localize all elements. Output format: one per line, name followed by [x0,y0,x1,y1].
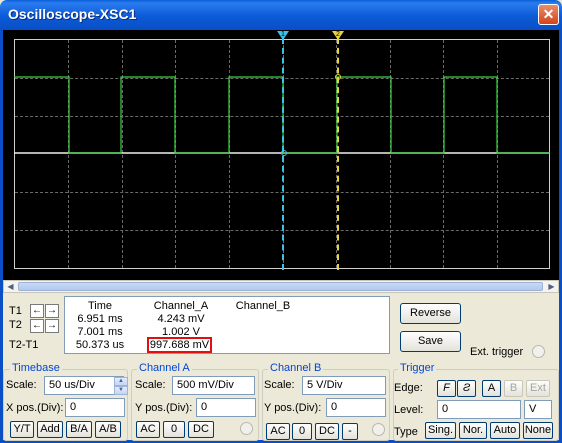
ext-trigger-label: Ext. trigger [470,346,524,358]
t2-label: T2 [9,319,22,331]
trigger-single-button[interactable]: Sing. [425,422,456,439]
ba-button[interactable]: B/A [66,421,92,438]
trigger-title: Trigger [398,362,437,374]
trigger-level-label: Level: [394,404,424,416]
cursor-readout-table: Time Channel_A Channel_B 6.951 ms 4.243 … [64,296,390,354]
channel-b-ac-button[interactable]: AC [266,423,290,440]
channel-a-ac-button[interactable]: AC [136,421,160,438]
up-arrow-icon[interactable]: ▲ [114,377,128,386]
t1-time: 6.951 ms [77,313,123,325]
down-arrow-icon[interactable]: ▼ [114,386,128,395]
channel-a-radio[interactable] [240,422,253,435]
trigger-none-button[interactable]: None [523,422,553,439]
channel-b-invert-button[interactable]: - [342,423,358,440]
channel-a-scale-label: Scale: [135,379,166,391]
header-time: Time [87,300,113,312]
channel-a-scale-field[interactable]: 500 mV/Div [172,376,255,395]
yt-button[interactable]: Y/T [10,421,34,438]
horizontal-scrollbar[interactable]: ◀ ▶ [3,280,559,293]
timebase-scale-field[interactable]: 50 us/Div [44,376,124,395]
channel-a-ypos-field[interactable]: 0 [196,398,256,417]
t2-time: 7.001 ms [77,326,123,338]
trigger-normal-button[interactable]: Nor. [459,422,487,439]
t1-channel-a: 4.243 mV [157,313,205,325]
trigger-type-label: Type [394,426,418,438]
ab-button[interactable]: A/B [95,421,121,438]
channel-a-title: Channel A [137,362,192,374]
delta-channel-a: 997.688 mV [147,337,212,353]
header-channel-a: Channel_A [153,300,209,312]
close-button[interactable]: ✕ [538,4,559,25]
timebase-xpos-field[interactable]: 0 [65,398,125,417]
trigger-source-a-button[interactable]: A [482,380,501,397]
channel-b-ypos-label: Y pos.(Div): [264,402,322,414]
channel-b-ypos-field[interactable]: 0 [326,398,386,417]
t2-left-arrow-icon[interactable]: ← [30,319,44,333]
cursor-t1-line[interactable] [282,38,284,270]
t2-t1-label: T2-T1 [9,339,39,351]
scroll-right-icon[interactable]: ▶ [545,281,558,292]
t2-right-arrow-icon[interactable]: → [45,319,59,333]
channel-b-zero-button[interactable]: 0 [292,423,312,440]
t1-right-arrow-icon[interactable]: → [45,304,59,318]
channel-a-zero-button[interactable]: 0 [163,421,185,438]
trigger-source-ext-button[interactable]: Ext [526,380,550,397]
cursor-t2-line[interactable] [337,38,339,270]
channel-b-radio[interactable] [372,423,385,436]
delta-time: 50.373 us [75,339,125,351]
channel-b-scale-field[interactable]: 5 V/Div [302,376,386,395]
trigger-edge-label: Edge: [394,382,423,394]
channel-a-dc-button[interactable]: DC [188,421,214,438]
header-channel-b: Channel_B [235,300,291,312]
scroll-left-icon[interactable]: ◀ [4,281,17,292]
timebase-xpos-label: X pos.(Div): [6,402,64,414]
trigger-level-unit[interactable]: V [524,400,552,419]
channel-b-scale-label: Scale: [264,379,295,391]
cursor-t2-label: 2 [336,31,340,38]
channel-b-title: Channel B [268,362,324,374]
rising-edge-icon[interactable]: F [437,380,456,397]
t1-left-arrow-icon[interactable]: ← [30,304,44,318]
trigger-level-field[interactable]: 0 [437,400,521,419]
channel-a-ypos-label: Y pos.(Div): [135,402,193,414]
falling-edge-icon[interactable]: Ƨ [457,380,476,397]
scrollbar-thumb[interactable] [18,282,543,291]
ext-trigger-radio[interactable] [532,345,545,358]
timebase-title: Timebase [10,362,62,374]
channel-b-dc-button[interactable]: DC [315,423,339,440]
add-button[interactable]: Add [37,421,63,438]
t1-label: T1 [9,305,22,317]
reverse-button[interactable]: Reverse [400,303,461,324]
save-button[interactable]: Save [400,331,461,352]
timebase-scale-label: Scale: [6,379,37,391]
trigger-source-b-button[interactable]: B [504,380,523,397]
cursor-t1-label: 1 [281,31,285,38]
window-title: Oscilloscope-XSC1 [8,6,137,22]
trigger-auto-button[interactable]: Auto [490,422,520,439]
